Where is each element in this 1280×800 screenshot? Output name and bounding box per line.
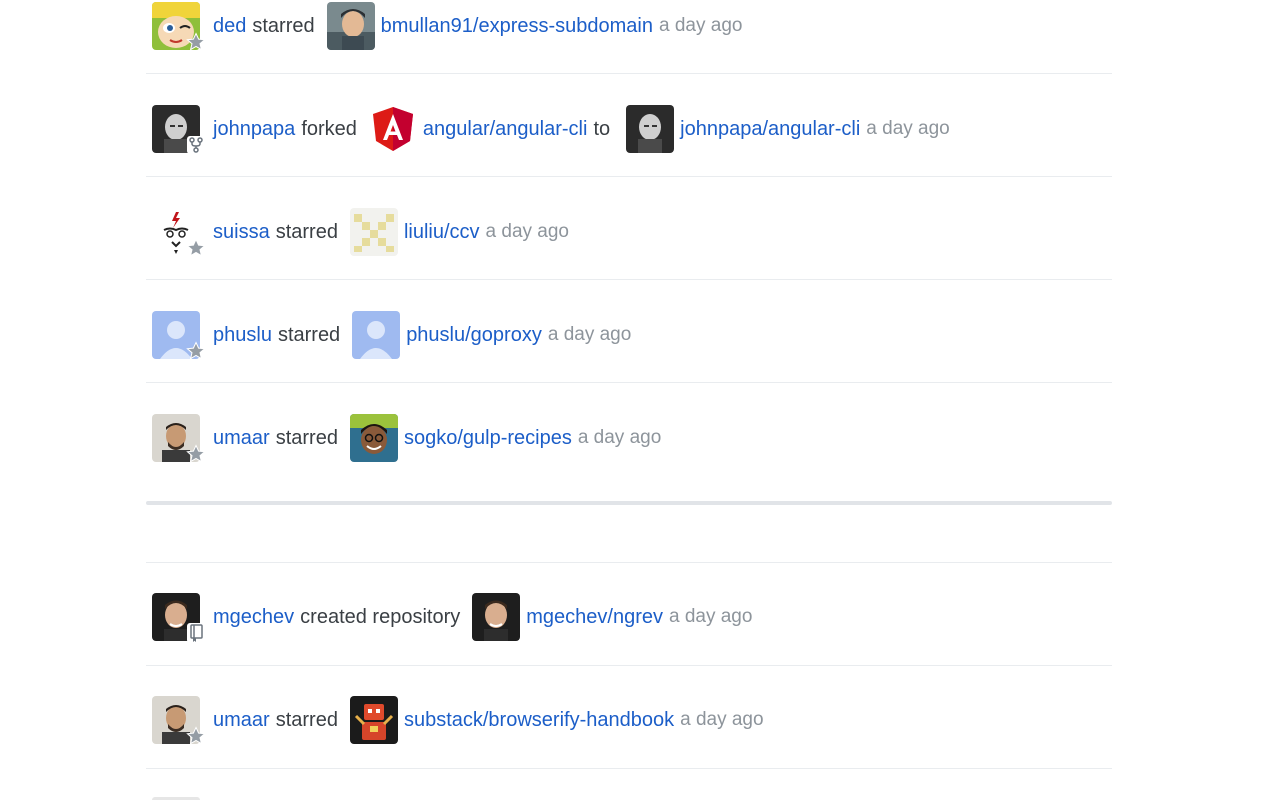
section-divider	[146, 501, 1112, 505]
timestamp: a day ago	[680, 709, 764, 730]
divider	[146, 73, 1112, 74]
timestamp: a day ago	[659, 15, 743, 36]
actor-link[interactable]: umaar	[213, 427, 270, 450]
repo-link[interactable]: liuliu/ccv	[404, 221, 480, 244]
actor-avatar[interactable]	[152, 696, 206, 745]
target-repo-link[interactable]: johnpapa/angular-cli	[680, 118, 860, 141]
event-action: starred	[277, 323, 341, 346]
actor-avatar[interactable]	[152, 593, 205, 643]
repo-link[interactable]: bmullan91/express-subdomain	[381, 15, 653, 38]
actor-link[interactable]: umaar	[213, 709, 270, 732]
repo-avatar[interactable]	[352, 311, 401, 359]
divider	[146, 279, 1112, 280]
star-icon	[186, 238, 206, 257]
feed-event: ded starred bmullan91/express-subdomain …	[146, 0, 1112, 54]
repo-link[interactable]: phuslu/goproxy	[406, 324, 542, 347]
divider	[146, 665, 1112, 666]
timestamp: a day ago	[866, 118, 950, 139]
divider	[146, 176, 1112, 177]
event-action: starred	[275, 220, 338, 243]
event-action: starred	[252, 14, 315, 37]
repo-link[interactable]: substack/browserify-handbook	[404, 709, 674, 732]
repo-avatar[interactable]	[368, 105, 417, 153]
star-icon	[186, 726, 206, 745]
repo-avatar[interactable]	[472, 593, 521, 641]
timestamp: a day ago	[577, 427, 662, 448]
divider	[146, 768, 1112, 769]
repo-link[interactable]: sogko/gulp-recipes	[404, 427, 572, 450]
repo-avatar[interactable]	[349, 696, 398, 744]
actor-link[interactable]: mgechev	[213, 606, 294, 629]
actor-avatar[interactable]	[152, 414, 206, 463]
feed-event: phuslu starred phuslu/goproxy a day ago	[146, 307, 1112, 363]
fork-icon	[187, 136, 205, 154]
timestamp: a day ago	[547, 324, 632, 345]
repo-avatar[interactable]	[349, 414, 398, 462]
news-feed: ded starred bmullan91/express-subdomain …	[146, 0, 1112, 800]
repo-icon	[187, 623, 205, 643]
actor-link[interactable]: johnpapa	[213, 118, 295, 141]
actor-avatar[interactable]	[152, 105, 205, 154]
actor-avatar[interactable]	[152, 2, 206, 51]
repo-link[interactable]: mgechev/ngrev	[526, 606, 663, 629]
timestamp: a day ago	[485, 221, 569, 242]
feed-event: umaar starred substack/browserify-handbo…	[146, 692, 1112, 748]
actor-link[interactable]: suissa	[213, 221, 270, 244]
feed-event: johnpapa forked angular/angular-cli to j…	[146, 101, 1112, 157]
event-action: starred	[275, 426, 338, 449]
divider	[146, 562, 1112, 563]
actor-avatar[interactable]	[152, 311, 206, 360]
repo-avatar[interactable]	[349, 208, 398, 256]
actor-link[interactable]: phuslu	[213, 324, 272, 347]
repo-link[interactable]: angular/angular-cli	[423, 118, 588, 141]
actor-link[interactable]: ded	[213, 15, 246, 38]
event-action: created repository	[300, 605, 461, 628]
feed-event: umaar starred sogko/gulp-recipes a day a…	[146, 410, 1112, 466]
actor-avatar[interactable]	[152, 208, 206, 257]
target-repo-avatar[interactable]	[626, 105, 675, 153]
star-icon	[186, 444, 206, 463]
star-icon	[186, 32, 206, 51]
divider	[146, 382, 1112, 383]
feed-event: suissa starred liuliu/ccv a day ago	[146, 204, 1112, 260]
event-action: forked	[301, 117, 357, 140]
feed-event: mgechev created repository mgechev/ngrev…	[146, 589, 1112, 645]
timestamp: a day ago	[668, 606, 753, 627]
event-action: starred	[275, 708, 338, 731]
connector-text: to	[593, 117, 611, 140]
star-icon	[186, 341, 206, 360]
repo-avatar[interactable]	[326, 2, 375, 50]
